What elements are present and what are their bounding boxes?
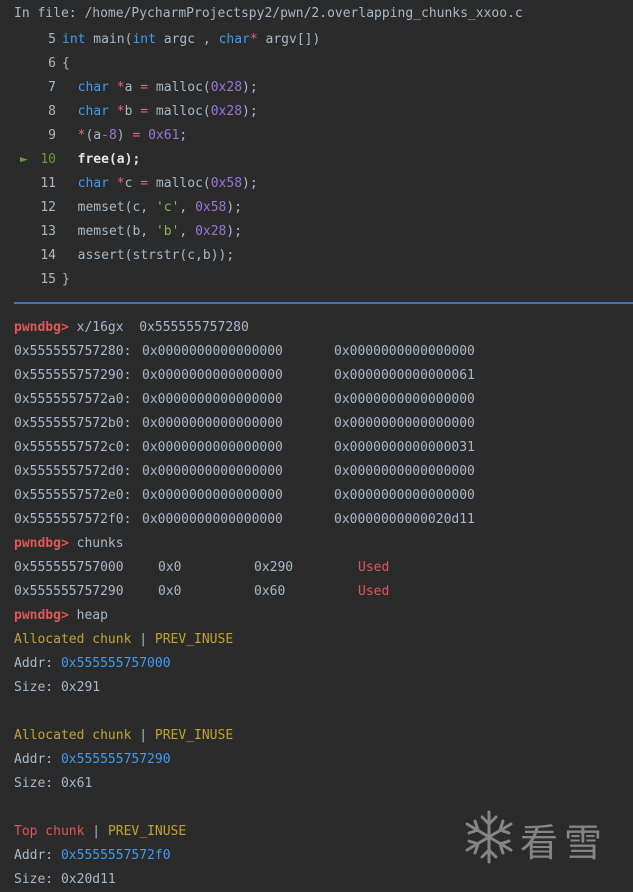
- terminal-command-heap: pwndbg> heap: [14, 608, 108, 623]
- file-path-header: In file: /home/PycharmProjectspy2/pwn/2.…: [14, 6, 523, 21]
- memory-row: 0x5555557572e0: 0x0000000000000000 0x00000…: [14, 488, 475, 503]
- heap-chunk-size: Size: 0x20d11: [14, 872, 116, 887]
- code-line-10-current: ► 10 free(a);: [0, 148, 140, 172]
- code-line-12: 12 memset(c, 'c', 0x58);: [0, 196, 242, 220]
- heap-chunk-addr: Addr: 0x555555757000: [14, 656, 171, 671]
- code-line-13: 13 memset(b, 'b', 0x28);: [0, 220, 242, 244]
- memory-row: 0x5555557572a0: 0x0000000000000000 0x00000…: [14, 392, 475, 407]
- terminal-command-chunks: pwndbg> chunks: [14, 536, 124, 551]
- code-line-9: 9 *(a-8) = 0x61;: [0, 124, 187, 148]
- heap-top-chunk-title: Top chunk | PREV_INUSE: [14, 824, 187, 839]
- line-number: 5: [48, 32, 56, 47]
- code-line-11: 11 char *c = malloc(0x58);: [0, 172, 257, 196]
- terminal-command-x16gx: pwndbg> x/16gx 0x555555757280: [14, 320, 249, 335]
- watermark-logo: 看雪: [462, 808, 622, 870]
- line-number: 11: [40, 176, 56, 191]
- memory-row: 0x5555557572f0: 0x0000000000000000 0x00000…: [14, 512, 475, 527]
- memory-row: 0x5555557572b0: 0x0000000000000000 0x00000…: [14, 416, 475, 431]
- code-line-15: 15}: [0, 268, 69, 292]
- code-line-7: 7 char *a = malloc(0x28);: [0, 76, 258, 100]
- heap-chunk-size: Size: 0x61: [14, 776, 93, 791]
- line-number: 7: [48, 80, 56, 95]
- line-number: 12: [40, 200, 56, 215]
- current-line-arrow-icon: ►: [20, 152, 28, 167]
- snowflake-icon: [465, 810, 513, 864]
- chunk-row: 0x555555757000 0x0 0x290 Used: [14, 560, 390, 575]
- line-number: 13: [40, 224, 56, 239]
- code-line-6: 6{: [0, 52, 70, 76]
- memory-row: 0x555555757290: 0x0000000000000000 0x00000…: [14, 368, 475, 383]
- heap-chunk-title: Allocated chunk | PREV_INUSE: [14, 632, 234, 647]
- memory-row: 0x5555557572c0: 0x0000000000000000 0x00000…: [14, 440, 475, 455]
- heap-chunk-addr: Addr: 0x5555557572f0: [14, 848, 171, 863]
- status-used: Used: [358, 560, 390, 575]
- line-number: 15: [40, 272, 56, 287]
- terminal-prompt: pwndbg>: [14, 608, 69, 623]
- line-number: 9: [48, 128, 56, 143]
- code-line-5: 5 int main(int argc , char* argv[]): [0, 28, 320, 52]
- terminal-prompt: pwndbg>: [14, 536, 69, 551]
- chunk-row: 0x555555757290 0x0 0x60 Used: [14, 584, 390, 599]
- section-divider: [14, 302, 633, 304]
- watermark-text: 看雪: [520, 821, 609, 865]
- memory-row: 0x5555557572d0: 0x0000000000000000 0x00000…: [14, 464, 475, 479]
- memory-row: 0x555555757280: 0x0000000000000000 0x00000…: [14, 344, 475, 359]
- line-number: 14: [40, 248, 56, 263]
- code-line-14: 14 assert(strstr(c,b));: [0, 244, 234, 268]
- heap-chunk-title: Allocated chunk | PREV_INUSE: [14, 728, 234, 743]
- terminal-prompt: pwndbg>: [14, 320, 69, 335]
- line-number: 10: [40, 152, 56, 167]
- heap-chunk-addr: Addr: 0x555555757290: [14, 752, 171, 767]
- code-line-8: 8 char *b = malloc(0x28);: [0, 100, 258, 124]
- line-number: 8: [48, 104, 56, 119]
- status-used: Used: [358, 584, 390, 599]
- line-number: 6: [48, 56, 56, 71]
- heap-chunk-size: Size: 0x291: [14, 680, 101, 695]
